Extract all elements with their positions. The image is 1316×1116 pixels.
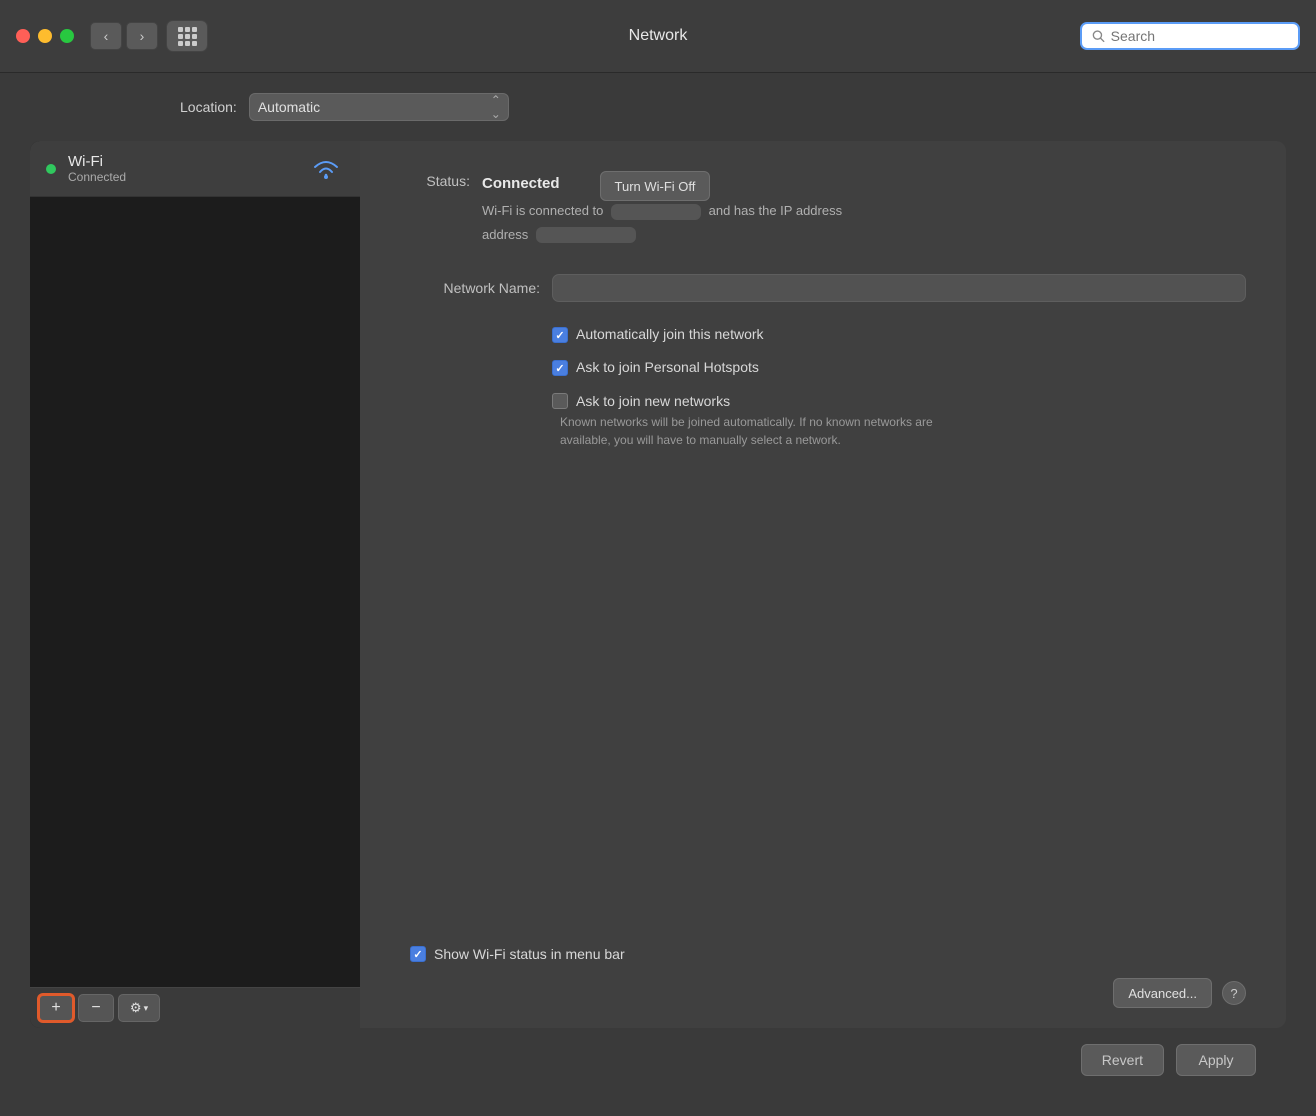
- sidebar: Wi-Fi Connected + − ⚙ ▾: [30, 141, 360, 1028]
- location-select-wrapper: Automatic ⌃⌄: [249, 93, 509, 121]
- bottom-area: ✓ Show Wi-Fi status in menu bar Advanced…: [410, 946, 1246, 1008]
- wifi-signal-icon: [308, 155, 344, 183]
- checkmark-icon: ✓: [555, 362, 564, 375]
- location-row: Location: Automatic ⌃⌄: [30, 93, 1286, 121]
- sidebar-item-info: Wi-Fi Connected: [68, 153, 296, 184]
- sidebar-footer: + − ⚙ ▾: [30, 987, 360, 1028]
- turn-wifi-button[interactable]: Turn Wi-Fi Off: [600, 171, 711, 201]
- help-button[interactable]: ?: [1222, 981, 1246, 1005]
- auto-join-label: Automatically join this network: [576, 326, 764, 342]
- location-select[interactable]: Automatic: [249, 93, 509, 121]
- panel-area: Wi-Fi Connected + − ⚙ ▾: [30, 141, 1286, 1028]
- status-description: Wi-Fi is connected to and has the IP add…: [482, 201, 1246, 244]
- show-wifi-row: ✓ Show Wi-Fi status in menu bar: [410, 946, 1246, 962]
- revert-button[interactable]: Revert: [1081, 1044, 1164, 1076]
- network-name-input[interactable]: [552, 274, 1246, 302]
- sidebar-item-wifi[interactable]: Wi-Fi Connected: [30, 141, 360, 197]
- search-input[interactable]: [1111, 28, 1288, 44]
- ask-hotspots-row: ✓ Ask to join Personal Hotspots: [552, 359, 1246, 376]
- auto-join-checkbox[interactable]: ✓: [552, 327, 568, 343]
- right-panel: Status: Connected Turn Wi-Fi Off Wi-Fi i…: [360, 141, 1286, 1028]
- forward-button[interactable]: ›: [126, 22, 158, 50]
- gear-icon: ⚙: [130, 1000, 142, 1016]
- search-icon: [1092, 29, 1105, 43]
- nav-buttons: ‹ ›: [90, 22, 158, 50]
- minimize-button[interactable]: [38, 29, 52, 43]
- gear-settings-button[interactable]: ⚙ ▾: [118, 994, 160, 1022]
- search-box[interactable]: [1080, 22, 1300, 50]
- ask-new-networks-row: Ask to join new networks Known networks …: [552, 392, 1246, 449]
- ask-hotspots-label: Ask to join Personal Hotspots: [576, 359, 759, 375]
- remove-network-button[interactable]: −: [78, 994, 114, 1022]
- network-name-row: Network Name:: [410, 274, 1246, 302]
- show-wifi-label: Show Wi-Fi status in menu bar: [434, 946, 625, 962]
- window-controls: [16, 29, 74, 43]
- maximize-button[interactable]: [60, 29, 74, 43]
- add-network-button[interactable]: +: [38, 994, 74, 1022]
- close-button[interactable]: [16, 29, 30, 43]
- window-title: Network: [629, 27, 688, 45]
- ask-new-networks-label: Ask to join new networks: [576, 393, 730, 409]
- checkmark-icon: ✓: [413, 948, 422, 961]
- sidebar-item-status: Connected: [68, 170, 296, 184]
- ip-address-blur: [536, 227, 636, 243]
- window-footer: Revert Apply: [30, 1028, 1286, 1096]
- back-button[interactable]: ‹: [90, 22, 122, 50]
- titlebar: ‹ › Network: [0, 0, 1316, 73]
- chevron-icon: ▾: [144, 1003, 149, 1014]
- ask-new-networks-sublabel: Known networks will be joined automatica…: [560, 413, 980, 449]
- apply-button[interactable]: Apply: [1176, 1044, 1256, 1076]
- show-wifi-checkbox[interactable]: ✓: [410, 946, 426, 962]
- status-field-label: Status:: [410, 171, 470, 189]
- sidebar-item-name: Wi-Fi: [68, 153, 296, 170]
- main-content: Location: Automatic ⌃⌄ Wi-Fi Connected: [0, 73, 1316, 1116]
- sidebar-empty: [30, 197, 360, 987]
- ask-new-networks-checkbox[interactable]: [552, 393, 568, 409]
- grid-icon: [178, 27, 197, 46]
- advanced-button[interactable]: Advanced...: [1113, 978, 1212, 1008]
- status-row: Status: Connected Turn Wi-Fi Off Wi-Fi i…: [410, 171, 1246, 244]
- status-value: Connected: [482, 175, 560, 192]
- checkmark-icon: ✓: [555, 329, 564, 342]
- status-dot-connected: [46, 164, 56, 174]
- location-label: Location:: [180, 99, 237, 115]
- ask-hotspots-checkbox[interactable]: ✓: [552, 360, 568, 376]
- status-content: Connected Turn Wi-Fi Off Wi-Fi is connec…: [482, 171, 1246, 244]
- connected-network-blur: [611, 204, 701, 220]
- advanced-row: Advanced... ?: [410, 978, 1246, 1008]
- network-name-label: Network Name:: [410, 280, 540, 296]
- grid-button[interactable]: [166, 20, 208, 52]
- auto-join-row: ✓ Automatically join this network: [552, 326, 1246, 343]
